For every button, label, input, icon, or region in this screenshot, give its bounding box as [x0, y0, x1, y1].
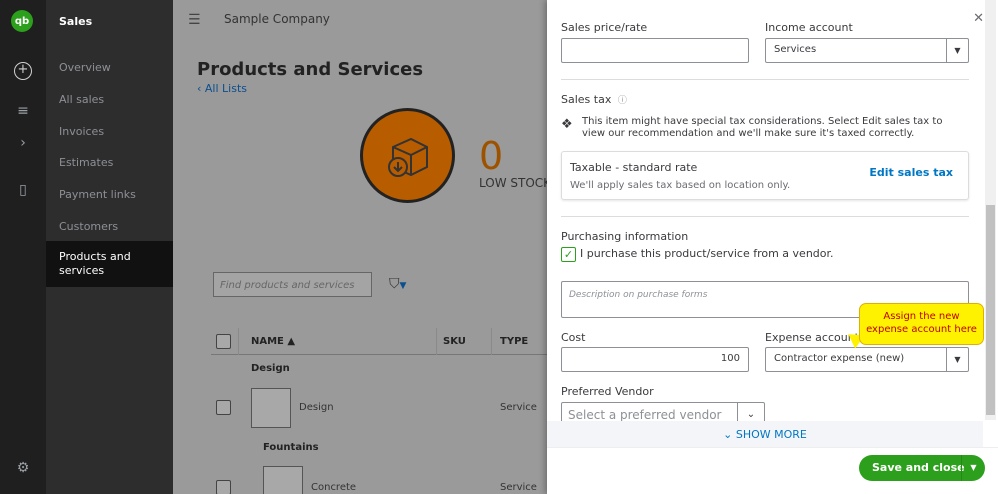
column-divider — [238, 328, 239, 355]
panel-footer: Save and close ▼ — [547, 447, 998, 494]
column-header-name[interactable]: NAME ▲ — [251, 336, 295, 347]
collapse-menu-icon[interactable]: ☰ — [188, 12, 201, 28]
filter-icon[interactable]: ⛉▼ — [389, 276, 406, 292]
image-placeholder-icon — [251, 388, 291, 428]
nav-item-label: Products and services — [59, 250, 131, 277]
sales-tax-label: Sales tax ⓘ — [561, 93, 627, 106]
quickbooks-logo-icon[interactable]: qb — [11, 10, 33, 32]
row-checkbox[interactable] — [216, 480, 231, 494]
product-service-panel: ✕ Sales price/rate Income account Servic… — [547, 0, 998, 494]
icon-rail: qb + ≡ › ▯ ⚙ — [0, 0, 46, 494]
annotation-callout: Assign the new expense account here — [859, 303, 984, 345]
income-account-label: Income account — [765, 21, 853, 34]
all-lists-link[interactable]: ‹ All Lists — [197, 82, 247, 95]
page-title: Products and Services — [197, 59, 424, 80]
chevron-right-icon[interactable]: › — [13, 135, 33, 151]
divider — [561, 216, 969, 217]
close-icon[interactable]: ✕ — [973, 11, 984, 26]
scrollbar-thumb[interactable] — [986, 205, 995, 415]
row-type: Service — [500, 402, 537, 413]
sales-price-input[interactable] — [561, 38, 749, 63]
save-options-chevron-down-icon[interactable]: ▼ — [961, 455, 985, 481]
info-icon[interactable]: ⓘ — [618, 96, 627, 106]
show-more-button[interactable]: ⌄ SHOW MORE — [547, 421, 983, 447]
gear-icon[interactable]: ⚙ — [13, 460, 33, 476]
preferred-vendor-placeholder: Select a preferred vendor — [568, 408, 722, 422]
row-name[interactable]: Design — [299, 402, 334, 413]
divider — [561, 79, 969, 80]
low-stock-box-icon[interactable] — [360, 108, 455, 203]
tax-rate-title: Taxable - standard rate — [570, 161, 698, 174]
image-placeholder-icon — [263, 466, 303, 494]
bookmark-icon[interactable]: ▯ — [13, 182, 33, 198]
select-all-checkbox[interactable] — [216, 334, 231, 349]
nav-item-all-sales[interactable]: All sales — [59, 93, 104, 106]
sales-tax-card: Taxable - standard rate We'll apply sale… — [561, 151, 969, 200]
chevron-down-icon[interactable]: ▼ — [946, 348, 968, 371]
low-stock-count: 0 — [479, 134, 504, 178]
purchasing-info-label: Purchasing information — [561, 230, 689, 243]
all-lists-label: All Lists — [204, 82, 247, 95]
sales-tax-note: This item might have special tax conside… — [582, 116, 943, 139]
company-name: Sample Company — [224, 12, 330, 26]
income-account-value: Services — [774, 44, 817, 55]
column-divider — [491, 328, 492, 355]
cost-label: Cost — [561, 331, 586, 344]
cost-input[interactable]: 100 — [561, 347, 749, 372]
menu-icon[interactable]: ≡ — [13, 103, 33, 119]
nav-title: Sales — [59, 15, 93, 28]
panel-scrollbar[interactable] — [985, 0, 996, 420]
tax-category-icon: ❖ — [561, 117, 573, 132]
group-label-design: Design — [251, 363, 290, 374]
row-name[interactable]: Concrete — [311, 482, 356, 493]
chevron-down-icon[interactable]: ▼ — [946, 39, 968, 62]
column-header-sku[interactable]: SKU — [443, 336, 466, 347]
find-products-input[interactable]: Find products and services — [213, 272, 372, 297]
expense-account-value: Contractor expense (new) — [774, 353, 905, 364]
nav-item-invoices[interactable]: Invoices — [59, 125, 104, 138]
low-stock-label: LOW STOCK — [479, 176, 552, 190]
nav-item-payment-links[interactable]: Payment links — [59, 188, 136, 201]
expense-account-select[interactable]: Contractor expense (new) ▼ — [765, 347, 969, 372]
nav-item-overview[interactable]: Overview — [59, 61, 111, 74]
show-more-label: SHOW MORE — [735, 428, 807, 441]
purchase-checkbox-label: I purchase this product/service from a v… — [580, 247, 834, 260]
sales-tax-title: Sales tax — [561, 93, 612, 106]
column-divider — [436, 328, 437, 355]
income-account-select[interactable]: Services ▼ — [765, 38, 969, 63]
save-and-close-label: Save and close — [872, 461, 965, 474]
preferred-vendor-label: Preferred Vendor — [561, 385, 654, 398]
sales-price-label: Sales price/rate — [561, 21, 648, 34]
nav-item-products-and-services[interactable]: Products and services — [46, 241, 173, 287]
save-and-close-button[interactable]: Save and close ▼ — [859, 455, 985, 481]
sales-nav: Sales Overview All sales Invoices Estima… — [46, 0, 173, 494]
edit-sales-tax-link[interactable]: Edit sales tax — [869, 166, 953, 179]
row-type: Service — [500, 482, 537, 493]
tax-rate-subtitle: We'll apply sales tax based on location … — [570, 180, 791, 191]
group-label-fountains: Fountains — [263, 442, 319, 453]
nav-item-estimates[interactable]: Estimates — [59, 156, 113, 169]
purchase-from-vendor-checkbox[interactable]: ✓ — [561, 247, 576, 262]
column-header-type[interactable]: TYPE — [500, 336, 528, 347]
create-plus-icon[interactable]: + — [14, 62, 32, 80]
row-checkbox[interactable] — [216, 400, 231, 415]
nav-item-customers[interactable]: Customers — [59, 220, 118, 233]
chevron-down-icon: ⌄ — [723, 428, 733, 441]
